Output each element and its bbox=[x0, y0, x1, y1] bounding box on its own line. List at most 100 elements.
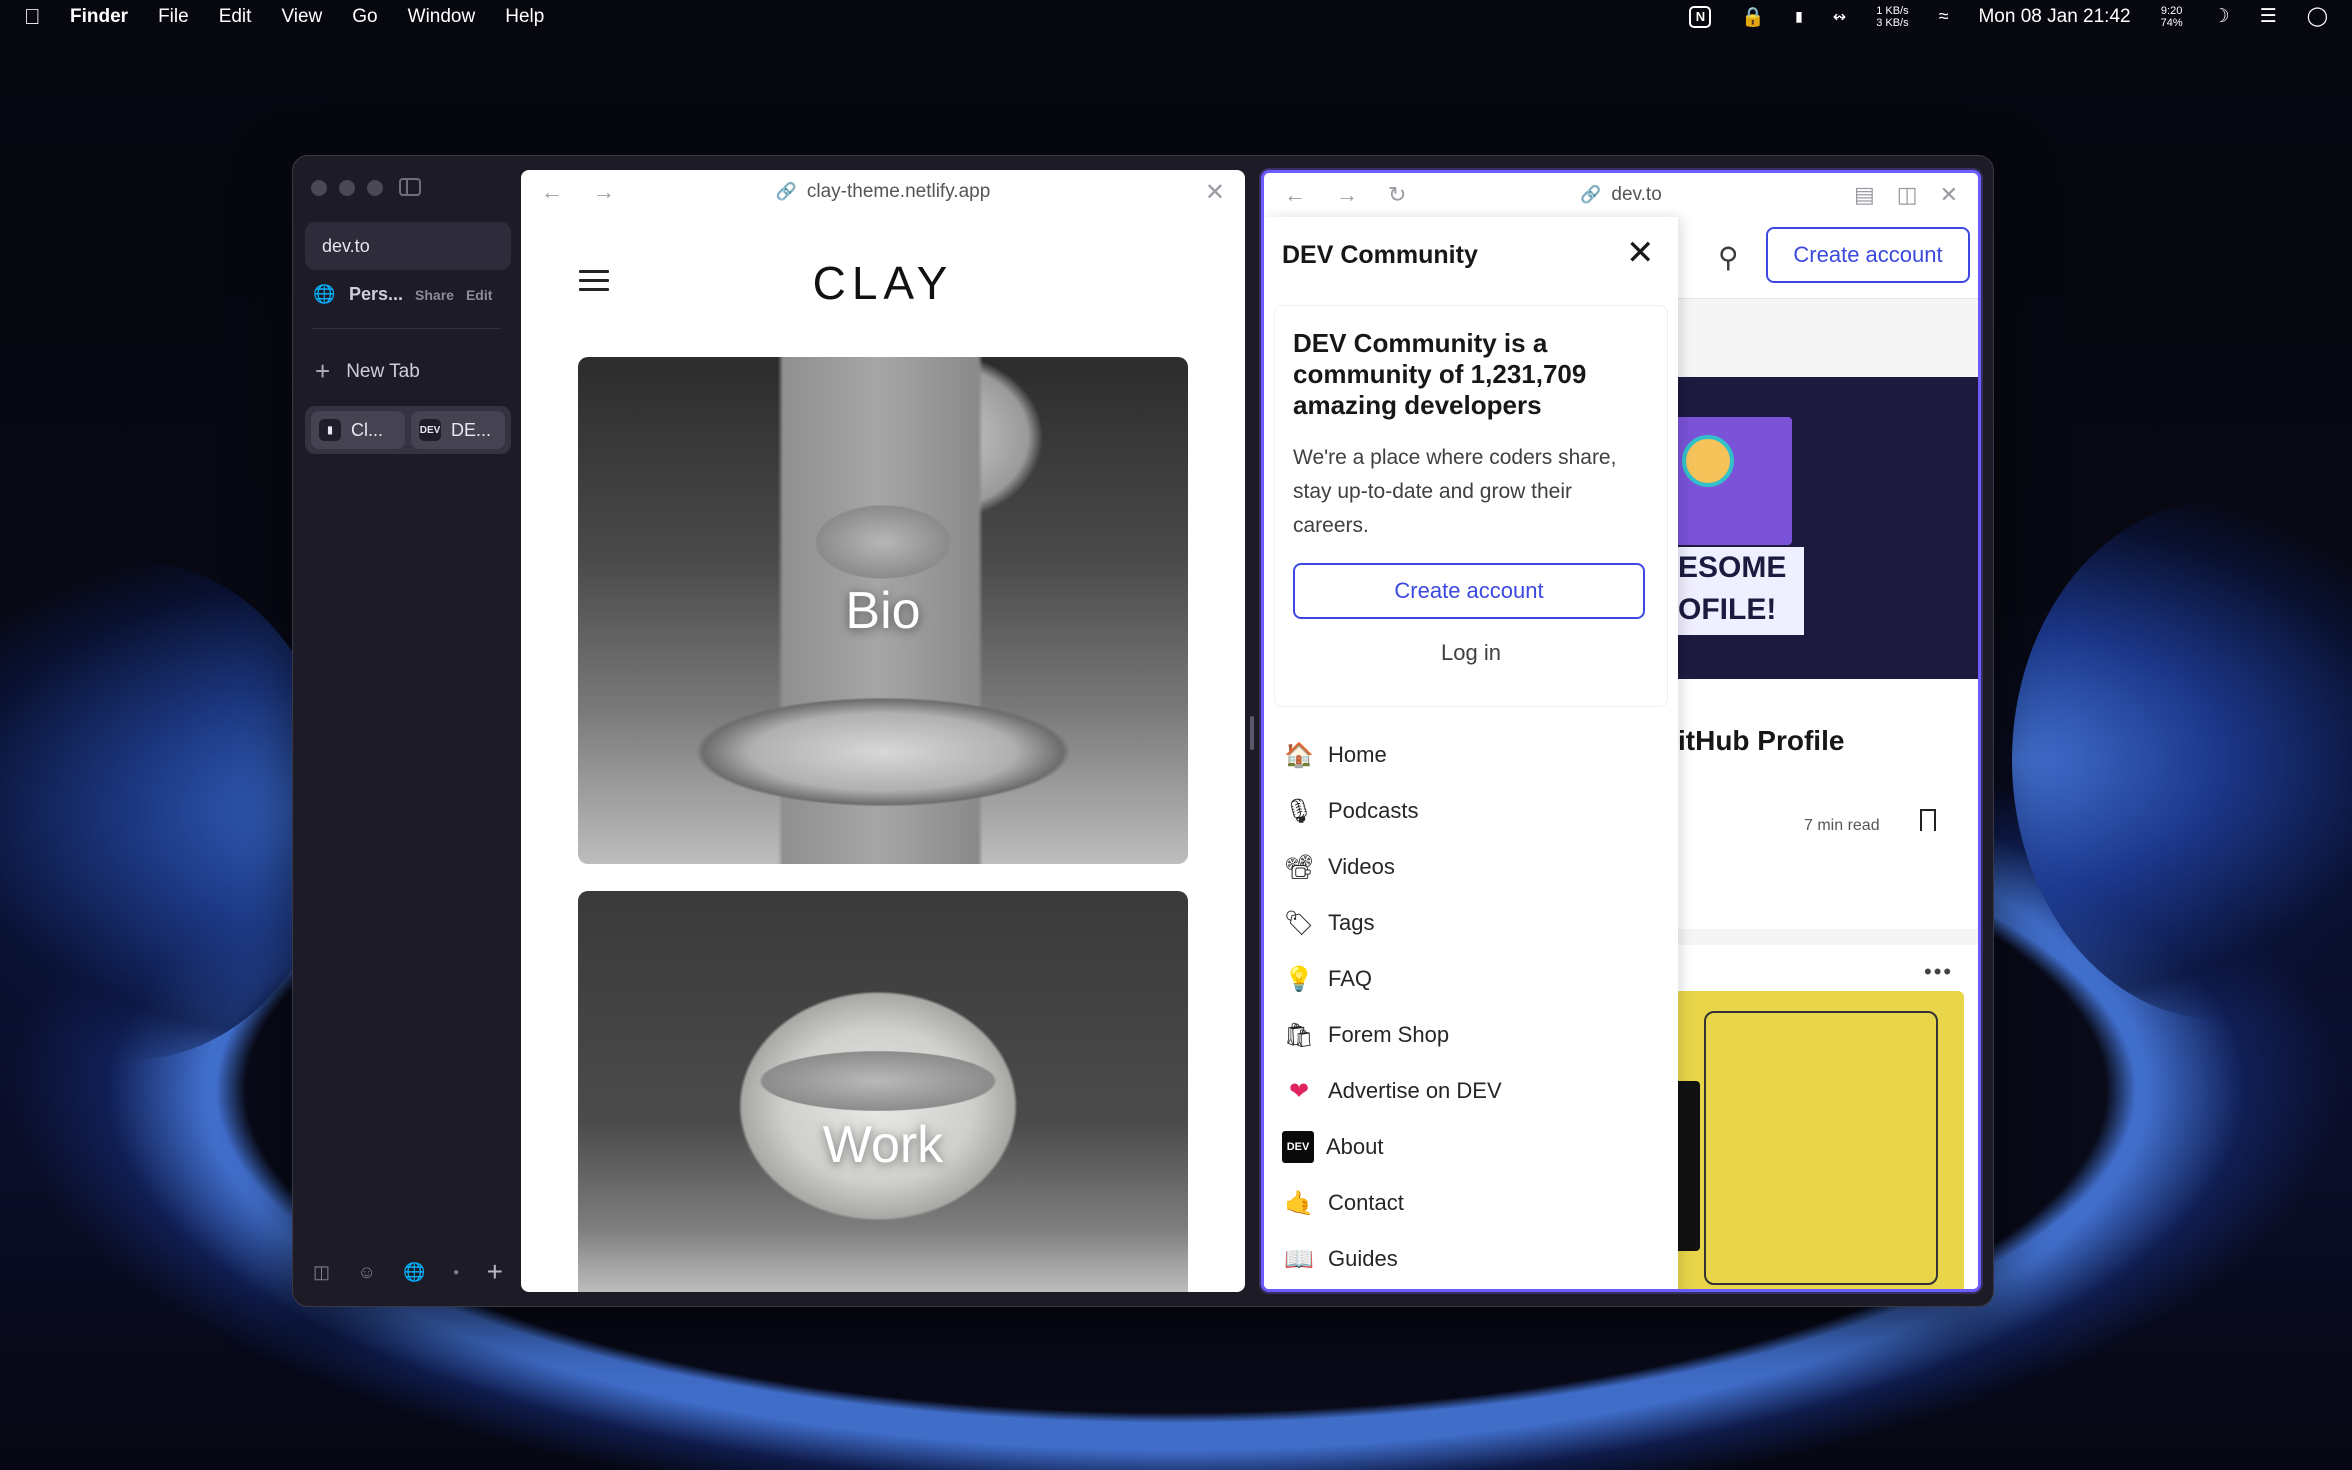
new-tab-button[interactable]: + New Tab bbox=[315, 356, 420, 387]
nav-label: Home bbox=[1328, 742, 1387, 767]
nav-item-home[interactable]: 🏠 Home bbox=[1282, 727, 1662, 783]
promo-heading: DEV Community is a community of 1,231,70… bbox=[1293, 328, 1587, 420]
space-emoji-icon[interactable]: ☺ bbox=[357, 1262, 375, 1283]
bookmark-icon[interactable] bbox=[1920, 809, 1936, 831]
menubar-clock[interactable]: Mon 08 Jan 21:42 bbox=[1978, 6, 2130, 28]
nav-item-forem-shop[interactable]: 🛍 Forem Shop bbox=[1282, 1007, 1662, 1063]
split-view-icon[interactable]: ◫ bbox=[1897, 182, 1918, 208]
nav-label: Advertise on DEV bbox=[1328, 1078, 1502, 1103]
sync-icon[interactable]: ↭ bbox=[1833, 7, 1846, 27]
more-options-icon[interactable]: ••• bbox=[1924, 959, 1953, 985]
left-pane-toolbar: ← → 🔗 clay-theme.netlify.app ✕ bbox=[521, 170, 1245, 214]
nav-label: Tags bbox=[1328, 910, 1375, 935]
tab-dev[interactable]: DEV DE... bbox=[411, 411, 505, 449]
space-share-button[interactable]: Share bbox=[415, 287, 454, 303]
back-arrow-icon[interactable]: ← bbox=[541, 179, 563, 205]
window-controls bbox=[311, 180, 383, 196]
menu-file[interactable]: File bbox=[158, 6, 189, 28]
close-pane-icon[interactable]: ✕ bbox=[1205, 178, 1225, 207]
notion-icon[interactable]: N bbox=[1689, 5, 1712, 28]
nav-label: FAQ bbox=[1328, 966, 1373, 991]
work-card[interactable]: Work bbox=[578, 891, 1188, 1292]
space-row: 🌐 Pers... Share Edit bbox=[313, 284, 509, 305]
forward-arrow-icon[interactable]: → bbox=[1336, 182, 1358, 208]
net-upload: 1 KB/s bbox=[1876, 4, 1909, 17]
film-projector-icon: 📽 bbox=[1283, 853, 1315, 881]
space-edit-button[interactable]: Edit bbox=[466, 287, 492, 303]
clay-logo[interactable]: CLAY bbox=[521, 256, 1245, 310]
nav-label: Forem Shop bbox=[1328, 1022, 1450, 1047]
split-tab-group[interactable]: ▮ Cl... DEV DE... bbox=[305, 406, 511, 454]
plus-icon: + bbox=[315, 356, 331, 386]
user-switch-icon[interactable]: ◯ bbox=[2307, 5, 2328, 28]
archive-icon[interactable]: ◫ bbox=[313, 1262, 330, 1283]
nav-label: About bbox=[1326, 1134, 1384, 1159]
nav-label: Guides bbox=[1328, 1246, 1398, 1271]
menu-app-name[interactable]: Finder bbox=[70, 6, 128, 28]
close-icon[interactable]: ✕ bbox=[1626, 233, 1655, 273]
menu-view[interactable]: View bbox=[281, 6, 322, 28]
read-time: 7 min read bbox=[1804, 817, 1880, 834]
browser-sidebar: dev.to 🌐 Pers... Share Edit + New Tab ▮ … bbox=[293, 156, 515, 1306]
promo-text: We're a place where coders share, stay u… bbox=[1293, 446, 1617, 537]
planet-icon: 🌐 bbox=[313, 284, 336, 304]
do-not-disturb-icon[interactable]: ☽ bbox=[2213, 5, 2230, 28]
reader-mode-icon[interactable]: ▤ bbox=[1854, 182, 1875, 208]
menu-go[interactable]: Go bbox=[352, 6, 377, 28]
microphone-icon: 🎙 bbox=[1283, 797, 1315, 825]
zoom-window-button[interactable] bbox=[367, 180, 383, 196]
reload-icon[interactable]: ↻ bbox=[1388, 182, 1406, 208]
nav-item-guides[interactable]: 📖 Guides bbox=[1282, 1231, 1662, 1287]
lock-icon[interactable]: 🔒 bbox=[1741, 5, 1765, 29]
close-pane-icon[interactable]: ✕ bbox=[1940, 182, 1958, 208]
sidebar-toggle-icon[interactable] bbox=[399, 178, 421, 196]
space-name[interactable]: Pers... bbox=[349, 284, 403, 305]
left-pane-url[interactable]: 🔗 clay-theme.netlify.app bbox=[521, 181, 1245, 203]
network-stats[interactable]: 1 KB/s 3 KB/s bbox=[1876, 5, 1908, 29]
search-icon[interactable]: ⚲ bbox=[1718, 241, 1739, 274]
split-resize-handle[interactable] bbox=[1250, 716, 1254, 750]
nav-item-videos[interactable]: 📽 Videos bbox=[1282, 839, 1662, 895]
left-split-pane: ← → 🔗 clay-theme.netlify.app ✕ CLAY Bio W… bbox=[521, 170, 1245, 1292]
nav-item-tags[interactable]: 🏷 Tags bbox=[1282, 895, 1662, 951]
menu-window[interactable]: Window bbox=[408, 6, 476, 28]
tab-label: Cl... bbox=[351, 419, 384, 440]
battery-stats[interactable]: 9:20 74% bbox=[2161, 5, 2183, 29]
sidebar-url-bar[interactable]: dev.to bbox=[305, 222, 511, 270]
back-arrow-icon[interactable]: ← bbox=[1284, 182, 1306, 208]
bio-card[interactable]: Bio bbox=[578, 357, 1188, 864]
right-pane-actions: ▤ ◫ ✕ bbox=[1854, 182, 1958, 208]
menu-help[interactable]: Help bbox=[505, 6, 544, 28]
nav-label: Contact bbox=[1328, 1190, 1404, 1215]
dev-favicon-icon: DEV bbox=[419, 419, 441, 441]
forward-arrow-icon[interactable]: → bbox=[593, 179, 615, 205]
minimize-window-button[interactable] bbox=[339, 180, 355, 196]
add-space-icon[interactable]: + bbox=[487, 1256, 503, 1288]
planet-space-icon[interactable]: 🌐 bbox=[403, 1262, 425, 1283]
close-window-button[interactable] bbox=[311, 180, 327, 196]
dev-logo-icon: DEV bbox=[1282, 1131, 1314, 1163]
nav-label: Videos bbox=[1328, 854, 1395, 879]
right-split-pane: ← → ↻ 🔗 dev.to ▤ ◫ ✕ ⚲ Create account ESO… bbox=[1261, 170, 1981, 1292]
tab-clay[interactable]: ▮ Cl... bbox=[311, 411, 405, 449]
nav-item-contact[interactable]: 🤙 Contact bbox=[1282, 1175, 1662, 1231]
work-card-label: Work bbox=[822, 1116, 944, 1174]
nav-item-podcasts[interactable]: 🎙 Podcasts bbox=[1282, 783, 1662, 839]
memory-stats-icon[interactable]: ▮ bbox=[1795, 8, 1803, 25]
nav-label: Podcasts bbox=[1328, 798, 1419, 823]
space-dot-icon[interactable]: ● bbox=[453, 1267, 459, 1278]
wifi-icon[interactable]: ≈ bbox=[1939, 6, 1949, 27]
create-account-button[interactable]: Create account bbox=[1293, 563, 1645, 619]
browser-window: dev.to 🌐 Pers... Share Edit + New Tab ▮ … bbox=[292, 155, 1994, 1307]
article-title[interactable]: itHub Profile bbox=[1678, 725, 1844, 757]
apple-icon[interactable]:  bbox=[24, 4, 44, 30]
nav-item-faq[interactable]: 💡 FAQ bbox=[1282, 951, 1662, 1007]
control-center-icon[interactable]: ☰ bbox=[2260, 5, 2277, 28]
nav-item-advertise[interactable]: ❤ Advertise on DEV bbox=[1282, 1063, 1662, 1119]
nav-item-about[interactable]: DEV About bbox=[1282, 1119, 1662, 1175]
menu-edit[interactable]: Edit bbox=[219, 6, 252, 28]
header-create-account-button[interactable]: Create account bbox=[1766, 227, 1970, 283]
tag-icon: 🏷 bbox=[1283, 909, 1315, 937]
community-promo-box: DEV Community is a community of 1,231,70… bbox=[1274, 305, 1668, 707]
log-in-button[interactable]: Log in bbox=[1293, 629, 1649, 677]
